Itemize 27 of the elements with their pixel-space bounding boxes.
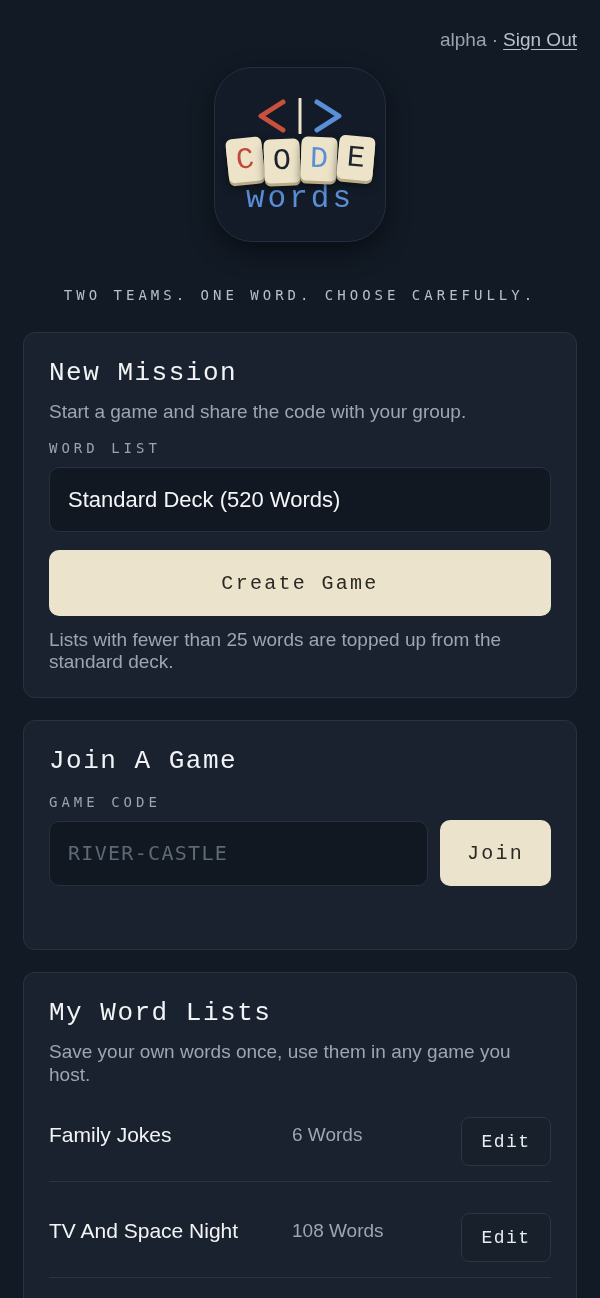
tagline: TWO TEAMS. ONE WORD. CHOOSE CAREFULLY. xyxy=(62,286,538,304)
word-list-note: Lists with fewer than 25 words are topped up from the standard deck. xyxy=(49,629,503,673)
create-game-button[interactable]: Create Game xyxy=(49,550,551,616)
sign-out-link[interactable]: Sign Out xyxy=(503,28,577,52)
card-title: New Mission xyxy=(49,357,239,389)
letter-tile: E xyxy=(335,134,376,182)
code-brackets-icon xyxy=(257,98,343,134)
card-title: My Word Lists xyxy=(49,997,273,1029)
field-label: WORD LIST xyxy=(49,439,162,457)
word-count: 6 Words xyxy=(292,1123,364,1147)
logo-wordmark: words xyxy=(246,184,354,214)
letter-tile: O xyxy=(262,138,301,184)
word-list-name: Family Jokes xyxy=(49,1122,173,1147)
field-label: GAME CODE xyxy=(49,793,162,811)
card-description: Start a game and share the code with your group. xyxy=(49,400,468,423)
letter-tile: D xyxy=(299,136,338,182)
card-title: Join A Game xyxy=(49,745,239,777)
letter-tile: C xyxy=(224,136,265,184)
word-count: 108 Words xyxy=(292,1219,385,1243)
word-list-select[interactable]: Standard Deck (520 Words) xyxy=(49,467,551,532)
edit-button[interactable]: Edit xyxy=(461,1213,551,1262)
edit-button[interactable]: Edit xyxy=(461,1117,551,1166)
username-label: alpha · xyxy=(439,28,499,52)
game-code-input[interactable]: RIVER-CASTLE xyxy=(49,820,428,886)
word-list-name: TV And Space Night xyxy=(49,1218,240,1243)
card-description: Save your own words once, use them in any game you host. xyxy=(49,1040,512,1086)
join-button[interactable]: Join xyxy=(440,820,551,886)
